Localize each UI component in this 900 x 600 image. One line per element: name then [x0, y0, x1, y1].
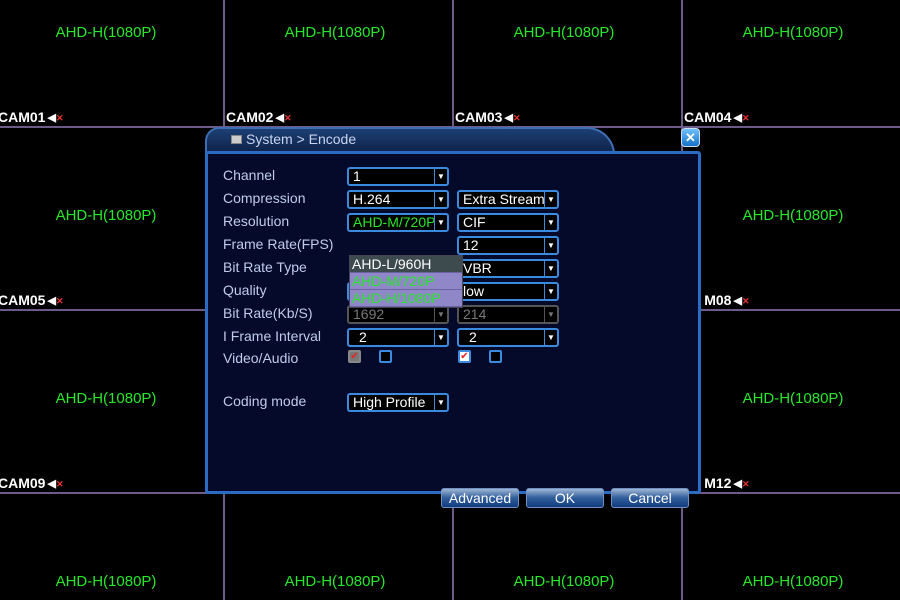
camera-resolution: AHD-H(1080P) [742, 207, 844, 224]
channel-select[interactable]: 1 ▼ [347, 167, 449, 186]
coding-mode-select[interactable]: High Profile ▼ [347, 393, 449, 412]
camera-resolution: AHD-H(1080P) [742, 390, 844, 407]
chevron-down-icon: ▼ [544, 215, 557, 230]
camera-resolution: AHD-H(1080P) [284, 24, 386, 41]
camera-resolution: AHD-H(1080P) [55, 573, 157, 590]
ok-button[interactable]: OK [526, 488, 604, 508]
extra-bit-rate-value: 214 [463, 306, 487, 322]
extra-bit-rate-select: 214 ▼ [457, 305, 559, 324]
coding-mode-value: High Profile [353, 394, 426, 410]
chevron-down-icon: ▼ [434, 169, 447, 184]
close-button[interactable]: ✕ [681, 128, 700, 147]
resolution-option[interactable]: AHD-H/1080P [350, 290, 462, 307]
extra-i-frame-select[interactable]: 2 ▼ [457, 328, 559, 347]
label-i-frame: I Frame Interval [223, 328, 322, 344]
chevron-down-icon: ▼ [544, 307, 557, 322]
resolution-value: AHD-M/720P [353, 214, 436, 230]
label-video-audio: Video/Audio [223, 350, 299, 366]
camera-name: CAM03 [455, 109, 503, 125]
camera-label: CAM03 ◀✕ [455, 109, 520, 125]
camera-name: CAM09 [0, 475, 46, 491]
chevron-down-icon: ▼ [544, 284, 557, 299]
camera-resolution: AHD-H(1080P) [55, 390, 157, 407]
extra-bit-rate-type-select[interactable]: VBR ▼ [457, 259, 559, 278]
speaker-muted-icon: ◀✕ [275, 111, 292, 124]
extra-resolution-value: CIF [463, 214, 486, 230]
label-coding-mode: Coding mode [223, 393, 307, 409]
label-channel: Channel [223, 167, 276, 183]
camera-resolution: AHD-H(1080P) [742, 573, 844, 590]
label-quality: Quality [223, 282, 267, 298]
extra-bit-rate-type-value: VBR [463, 260, 492, 276]
camera-label: CAM04 ◀✕ [684, 109, 749, 125]
encode-dialog: System > Encode ✕ Channel Compression Re… [205, 127, 701, 508]
chevron-down-icon: ▼ [434, 307, 447, 322]
main-video-checkbox[interactable]: ✔ [348, 350, 361, 363]
speaker-muted-icon: ◀✕ [47, 477, 64, 490]
camera-name: CAM04 [684, 109, 732, 125]
extra-frame-rate-value: 12 [463, 237, 479, 253]
encode-icon [231, 135, 242, 144]
camera-resolution: AHD-H(1080P) [55, 207, 157, 224]
cancel-button[interactable]: Cancel [611, 488, 689, 508]
extra-stream-value: Extra Stream [463, 191, 545, 207]
extra-quality-select[interactable]: low ▼ [457, 282, 559, 301]
main-audio-checkbox[interactable] [379, 350, 392, 363]
speaker-muted-icon: ◀✕ [733, 477, 750, 490]
chevron-down-icon: ▼ [544, 330, 557, 345]
speaker-muted-icon: ◀✕ [47, 294, 64, 307]
dialog-body: Channel Compression Resolution Frame Rat… [205, 151, 701, 508]
i-frame-select[interactable]: 2 ▼ [347, 328, 449, 347]
camera-label: CAM09 ◀✕ [0, 475, 63, 491]
label-frame-rate: Frame Rate(FPS) [223, 236, 334, 252]
camera-resolution: AHD-H(1080P) [55, 24, 157, 41]
channel-value: 1 [353, 168, 361, 184]
camera-name: CAM01 [0, 109, 46, 125]
advanced-button[interactable]: Advanced [441, 488, 519, 508]
chevron-down-icon: ▼ [434, 330, 447, 345]
camera-resolution: AHD-H(1080P) [513, 24, 615, 41]
resolution-option[interactable]: AHD-L/960H [350, 256, 462, 273]
extra-frame-rate-select[interactable]: 12 ▼ [457, 236, 559, 255]
extra-quality-value: low [463, 283, 485, 299]
label-bit-rate: Bit Rate(Kb/S) [223, 305, 313, 321]
camera-resolution: AHD-H(1080P) [513, 573, 615, 590]
chevron-down-icon: ▼ [434, 192, 447, 207]
chevron-down-icon: ▼ [544, 261, 557, 276]
speaker-muted-icon: ◀✕ [733, 111, 750, 124]
extra-audio-checkbox[interactable] [489, 350, 502, 363]
label-resolution: Resolution [223, 213, 290, 229]
resolution-select[interactable]: AHD-M/720P ▼ [347, 213, 449, 232]
extra-resolution-select[interactable]: CIF ▼ [457, 213, 559, 232]
camera-name: CAM02 [226, 109, 274, 125]
compression-value: H.264 [353, 191, 391, 207]
extra-i-frame-value: 2 [469, 329, 477, 345]
label-bit-rate-type: Bit Rate Type [223, 259, 307, 275]
resolution-dropdown-list: AHD-L/960H AHD-M/720P AHD-H/1080P [349, 255, 463, 308]
speaker-muted-icon: ◀✕ [47, 111, 64, 124]
chevron-down-icon: ▼ [434, 215, 447, 230]
camera-resolution: AHD-H(1080P) [742, 24, 844, 41]
i-frame-value: 2 [359, 329, 367, 345]
speaker-muted-icon: ◀✕ [733, 294, 750, 307]
chevron-down-icon: ▼ [544, 192, 557, 207]
compression-select[interactable]: H.264 ▼ [347, 190, 449, 209]
camera-label: CAM05 ◀✕ [0, 292, 63, 308]
speaker-muted-icon: ◀✕ [504, 111, 521, 124]
chevron-down-icon: ▼ [434, 395, 447, 410]
label-compression: Compression [223, 190, 306, 206]
camera-label: CAM02 ◀✕ [226, 109, 291, 125]
extra-stream-select[interactable]: Extra Stream ▼ [457, 190, 559, 209]
bit-rate-value: 1692 [353, 306, 385, 322]
dialog-title: System > Encode [246, 131, 357, 147]
extra-video-checkbox[interactable]: ✔ [458, 350, 471, 363]
camera-resolution: AHD-H(1080P) [284, 573, 386, 590]
resolution-option[interactable]: AHD-M/720P [350, 273, 462, 290]
camera-label: CAM01 ◀✕ [0, 109, 63, 125]
chevron-down-icon: ▼ [544, 238, 557, 253]
camera-name: CAM05 [0, 292, 46, 308]
